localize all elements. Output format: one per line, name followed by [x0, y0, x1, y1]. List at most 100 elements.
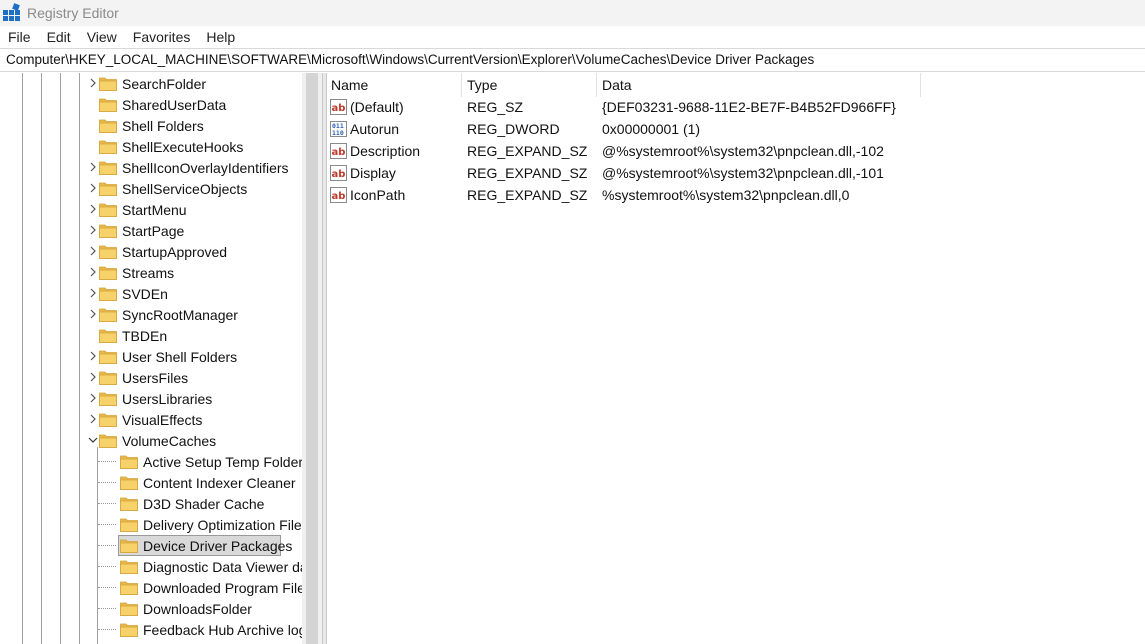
tree-connector	[98, 566, 116, 567]
value-name: Display	[350, 165, 396, 181]
tree-item[interactable]: User Shell Folders	[90, 346, 237, 367]
chevron-right-icon[interactable]	[88, 288, 98, 298]
folder-icon	[99, 119, 117, 133]
tree-item[interactable]: Active Setup Temp Folders	[120, 451, 310, 472]
chevron-right-icon[interactable]	[88, 78, 98, 88]
registry-key-tree[interactable]: SearchFolder SharedUserData Shell Folders S…	[0, 73, 322, 644]
tree-item-label: StartPage	[122, 222, 185, 239]
tree-item-selected[interactable]: Device Driver Packages	[118, 535, 293, 556]
tree-item[interactable]: Content Indexer Cleaner	[120, 472, 296, 493]
value-row[interactable]: 011 110 Autorun REG_DWORD 0x00000001 (1)	[327, 118, 1145, 140]
tree-item[interactable]: Shell Folders	[99, 115, 204, 136]
tree-scrollbar-thumb[interactable]	[306, 73, 318, 644]
value-name: Autorun	[350, 121, 400, 137]
folder-icon	[99, 98, 117, 112]
menu-view[interactable]: View	[79, 26, 125, 48]
value-data: 0x00000001 (1)	[602, 121, 701, 137]
chevron-right-icon[interactable]	[88, 267, 98, 277]
tree-item[interactable]: SharedUserData	[99, 94, 226, 115]
window-title: Registry Editor	[27, 5, 119, 21]
tree-item[interactable]: Delivery Optimization Files	[120, 514, 309, 535]
registry-values-list[interactable]: Name Type Data ab (Default) REG_SZ {DEF0323…	[327, 73, 1145, 644]
folder-icon	[120, 455, 138, 469]
tree-item[interactable]: VolumeCaches	[88, 430, 217, 451]
tree-item[interactable]: StartupApproved	[90, 241, 228, 262]
tree-item-label: SyncRootManager	[122, 306, 238, 323]
tree-item[interactable]: ShellIconOverlayIdentifiers	[90, 157, 289, 178]
column-header-type[interactable]: Type	[467, 73, 595, 97]
tree-item[interactable]: TBDEn	[99, 325, 167, 346]
chevron-down-icon[interactable]	[88, 435, 98, 445]
tree-item[interactable]: SyncRootManager	[90, 304, 238, 325]
tree-item[interactable]: Feedback Hub Archive log	[120, 619, 306, 640]
folder-icon	[120, 602, 138, 616]
value-row[interactable]: ab Display REG_EXPAND_SZ @%systemroot%\syst…	[327, 162, 1145, 184]
tree-scrollbar-track[interactable]	[302, 73, 322, 644]
tree-item-label: Device Driver Packages	[143, 537, 293, 554]
tree-item[interactable]: StartPage	[90, 220, 185, 241]
chevron-right-icon[interactable]	[88, 414, 98, 424]
column-divider[interactable]	[920, 73, 921, 97]
tree-item-label: VolumeCaches	[122, 432, 217, 449]
chevron-right-icon[interactable]	[88, 204, 98, 214]
tree-item[interactable]: Streams	[90, 262, 174, 283]
tree-item-label: TBDEn	[122, 327, 168, 344]
svg-text:ab: ab	[332, 191, 346, 202]
registry-editor-app-icon	[2, 3, 20, 22]
tree-item-label: StartupApproved	[122, 243, 228, 260]
value-data: {DEF03231-9688-11E2-BE7F-B4B52FD966FF}	[602, 99, 896, 115]
folder-icon	[99, 245, 117, 259]
chevron-right-icon[interactable]	[88, 309, 98, 319]
chevron-right-icon[interactable]	[88, 162, 98, 172]
tree-item[interactable]: ShellServiceObjects	[90, 178, 248, 199]
chevron-right-icon[interactable]	[88, 351, 98, 361]
folder-icon	[99, 182, 117, 196]
column-divider[interactable]	[596, 73, 597, 97]
chevron-right-icon[interactable]	[88, 393, 98, 403]
folder-icon	[99, 308, 117, 322]
tree-item[interactable]: VisualEffects	[90, 409, 202, 430]
value-row[interactable]: ab (Default) REG_SZ {DEF03231-9688-11E2-BE7…	[327, 96, 1145, 118]
tree-item[interactable]: Diagnostic Data Viewer da	[120, 556, 308, 577]
tree-item-label: Shell Folders	[122, 117, 204, 134]
binary-value-icon: 011 110	[330, 121, 347, 137]
tree-item[interactable]: Downloaded Program Files	[120, 577, 312, 598]
menu-favorites[interactable]: Favorites	[125, 26, 199, 48]
column-header-name[interactable]: Name	[331, 73, 461, 97]
tree-item-label: ShellServiceObjects	[122, 180, 248, 197]
value-row[interactable]: ab IconPath REG_EXPAND_SZ %systemroot%\syst…	[327, 184, 1145, 206]
tree-item-label: SearchFolder	[122, 75, 207, 92]
menu-file[interactable]: File	[0, 26, 39, 48]
tree-item[interactable]: SearchFolder	[90, 73, 207, 94]
tree-item[interactable]: DownloadsFolder	[120, 598, 252, 619]
value-type: REG_EXPAND_SZ	[467, 143, 588, 159]
tree-item-label: Diagnostic Data Viewer da	[143, 558, 308, 575]
title-bar: Registry Editor	[0, 0, 1145, 26]
menu-edit[interactable]: Edit	[39, 26, 79, 48]
tree-item[interactable]: StartMenu	[90, 199, 187, 220]
folder-icon	[120, 539, 138, 553]
chevron-right-icon[interactable]	[88, 183, 98, 193]
folder-icon	[120, 560, 138, 574]
address-bar[interactable]: Computer\HKEY_LOCAL_MACHINE\SOFTWARE\Mic…	[0, 48, 1145, 72]
tree-item[interactable]: D3D Shader Cache	[120, 493, 264, 514]
chevron-right-icon[interactable]	[88, 246, 98, 256]
value-data: %systemroot%\system32\pnpclean.dll,0	[602, 187, 850, 203]
column-header-data[interactable]: Data	[602, 73, 920, 97]
tree-item[interactable]: UsersFiles	[90, 367, 188, 388]
tree-item[interactable]: UsersLibraries	[90, 388, 212, 409]
chevron-right-icon[interactable]	[88, 225, 98, 235]
tree-item[interactable]: SVDEn	[90, 283, 168, 304]
value-name: (Default)	[350, 99, 404, 115]
chevron-right-icon[interactable]	[88, 372, 98, 382]
svg-text:ab: ab	[332, 147, 346, 158]
value-row[interactable]: ab Description REG_EXPAND_SZ @%systemroot%\…	[327, 140, 1145, 162]
tree-connector	[98, 629, 116, 630]
column-divider[interactable]	[461, 73, 462, 97]
column-header-type-label: Type	[467, 77, 498, 93]
tree-item[interactable]: ShellExecuteHooks	[99, 136, 243, 157]
value-type: REG_EXPAND_SZ	[467, 165, 588, 181]
address-path[interactable]: Computer\HKEY_LOCAL_MACHINE\SOFTWARE\Mic…	[0, 49, 1145, 71]
folder-icon	[99, 266, 117, 280]
menu-help[interactable]: Help	[198, 26, 243, 48]
